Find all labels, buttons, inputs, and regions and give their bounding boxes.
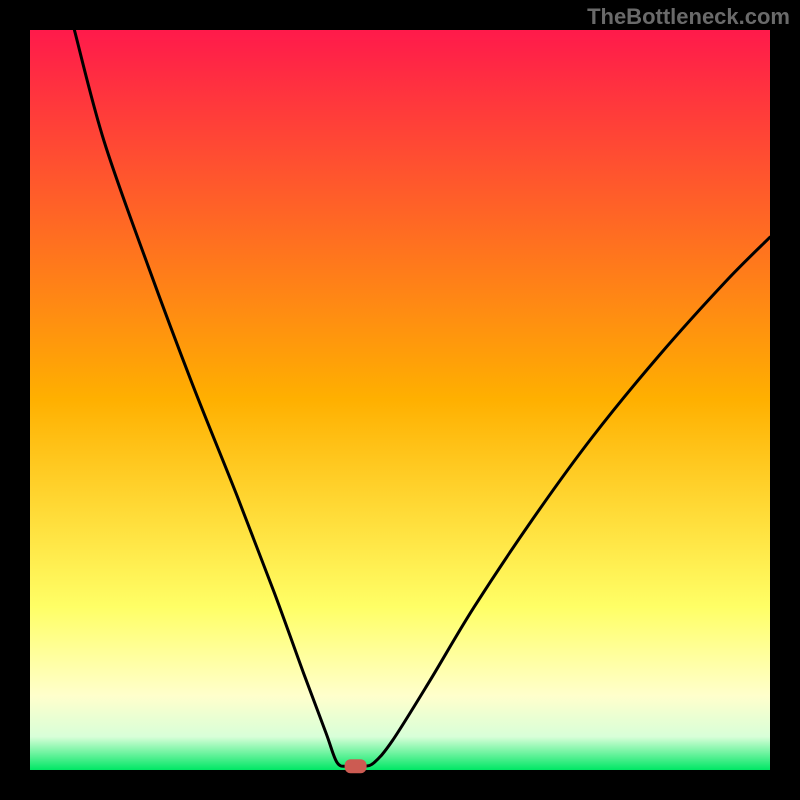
bottleneck-chart — [0, 0, 800, 800]
watermark-text: TheBottleneck.com — [587, 4, 790, 30]
chart-frame: TheBottleneck.com — [0, 0, 800, 800]
bottleneck-marker — [345, 759, 367, 773]
plot-background — [30, 30, 770, 770]
